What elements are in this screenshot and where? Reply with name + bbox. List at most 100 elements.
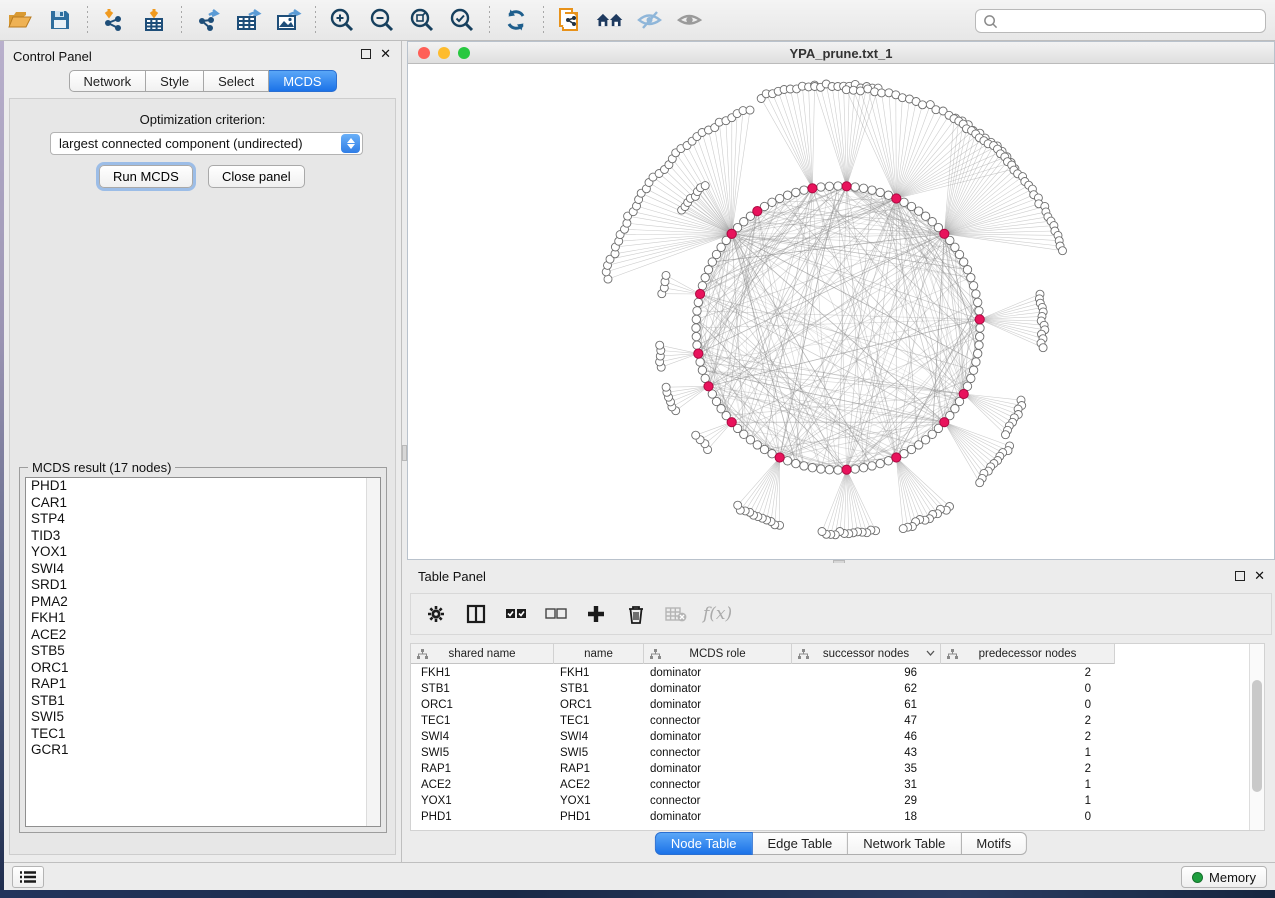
mcds-result-item[interactable]: ORC1: [26, 660, 380, 677]
graph-ring-node[interactable]: [698, 366, 706, 374]
tab-mcds[interactable]: MCDS: [269, 70, 336, 92]
graph-ring-node[interactable]: [963, 266, 971, 274]
graph-mcds-node[interactable]: [940, 229, 949, 238]
table-row[interactable]: ORC1ORC1dominator610: [411, 697, 1247, 713]
tab-network-table[interactable]: Network Table: [848, 832, 961, 855]
graph-ring-node[interactable]: [972, 358, 980, 366]
mcds-result-item[interactable]: GCR1: [26, 742, 380, 759]
graph-leaf-node[interactable]: [1039, 344, 1047, 352]
table-row[interactable]: PHD1PHD1dominator180: [411, 809, 1247, 825]
graph-mcds-node[interactable]: [808, 184, 817, 193]
graph-ring-node[interactable]: [851, 183, 859, 191]
graph-mcds-node[interactable]: [696, 289, 705, 298]
graph-ring-node[interactable]: [696, 358, 704, 366]
run-mcds-button[interactable]: Run MCDS: [99, 165, 193, 188]
import-table-icon[interactable]: [139, 5, 169, 35]
graph-ring-node[interactable]: [701, 273, 709, 281]
graph-ring-node[interactable]: [825, 466, 833, 474]
graph-ring-node[interactable]: [692, 332, 700, 340]
table-row[interactable]: STB1STB1dominator620: [411, 681, 1247, 697]
table-scrollbar[interactable]: [1249, 644, 1264, 830]
graph-mcds-node[interactable]: [842, 465, 851, 474]
graph-leaf-node[interactable]: [656, 341, 664, 349]
mcds-result-item[interactable]: SWI5: [26, 709, 380, 726]
graph-leaf-node[interactable]: [1002, 431, 1010, 439]
zoom-fit-icon[interactable]: [407, 5, 437, 35]
tab-select[interactable]: Select: [204, 70, 269, 92]
graph-leaf-node[interactable]: [976, 479, 984, 487]
graph-ring-node[interactable]: [800, 186, 808, 194]
graph-ring-node[interactable]: [792, 459, 800, 467]
delete-table-icon[interactable]: [663, 601, 689, 627]
graph-leaf-node[interactable]: [932, 106, 940, 114]
search-input[interactable]: [1003, 14, 1265, 29]
graph-ring-node[interactable]: [792, 188, 800, 196]
graph-ring-node[interactable]: [692, 315, 700, 323]
float-table-panel-icon[interactable]: [1235, 571, 1245, 581]
table-row[interactable]: TEC1TEC1connector472: [411, 713, 1247, 729]
graph-leaf-node[interactable]: [692, 431, 700, 439]
criterion-dropdown[interactable]: largest connected component (undirected): [50, 132, 363, 155]
graph-ring-node[interactable]: [851, 465, 859, 473]
table-row[interactable]: RAP1RAP1dominator352: [411, 761, 1247, 777]
graph-ring-node[interactable]: [808, 464, 816, 472]
mcds-result-item[interactable]: SWI4: [26, 561, 380, 578]
hide-selected-icon[interactable]: [635, 5, 665, 35]
node-table[interactable]: shared namenameMCDS rolesuccessor nodesp…: [410, 643, 1265, 831]
graph-leaf-node[interactable]: [662, 271, 670, 279]
tab-network[interactable]: Network: [68, 70, 146, 92]
graph-leaf-node[interactable]: [604, 275, 612, 283]
graph-ring-node[interactable]: [974, 298, 982, 306]
close-table-panel-icon[interactable]: ✕: [1254, 571, 1265, 581]
table-row[interactable]: ACE2ACE2connector311: [411, 777, 1247, 793]
graph-leaf-node[interactable]: [746, 106, 754, 114]
graph-leaf-node[interactable]: [919, 101, 927, 109]
column-header-MCDS-role[interactable]: MCDS role: [644, 644, 792, 664]
graph-ring-node[interactable]: [974, 349, 982, 357]
graph-ring-node[interactable]: [876, 188, 884, 196]
graph-ring-node[interactable]: [776, 194, 784, 202]
mcds-result-item[interactable]: TID3: [26, 528, 380, 545]
graph-mcds-node[interactable]: [694, 349, 703, 358]
graph-ring-node[interactable]: [783, 191, 791, 199]
network-canvas[interactable]: [408, 64, 1274, 559]
graph-ring-node[interactable]: [969, 366, 977, 374]
show-all-icon[interactable]: [675, 5, 705, 35]
mcds-result-item[interactable]: ACE2: [26, 627, 380, 644]
graph-ring-node[interactable]: [768, 198, 776, 206]
graph-leaf-node[interactable]: [818, 528, 826, 536]
graph-ring-node[interactable]: [967, 374, 975, 382]
graph-ring-node[interactable]: [967, 273, 975, 281]
import-network-icon[interactable]: [99, 5, 129, 35]
zoom-out-icon[interactable]: [367, 5, 397, 35]
mcds-result-item[interactable]: FKH1: [26, 610, 380, 627]
network-window-titlebar[interactable]: YPA_prune.txt_1: [408, 42, 1274, 64]
task-history-button[interactable]: [12, 866, 44, 888]
mcds-result-item[interactable]: STB5: [26, 643, 380, 660]
graph-mcds-node[interactable]: [892, 194, 901, 203]
graph-leaf-node[interactable]: [899, 525, 907, 533]
mcds-result-item[interactable]: RAP1: [26, 676, 380, 693]
export-table-icon[interactable]: [233, 5, 263, 35]
graph-mcds-node[interactable]: [892, 453, 901, 462]
table-options-icon[interactable]: [423, 601, 449, 627]
graph-ring-node[interactable]: [969, 282, 977, 290]
graph-leaf-node[interactable]: [878, 89, 886, 97]
export-image-icon[interactable]: [273, 5, 303, 35]
float-panel-icon[interactable]: [361, 49, 371, 59]
save-session-icon[interactable]: [45, 5, 75, 35]
graph-mcds-node[interactable]: [753, 207, 762, 216]
graph-ring-node[interactable]: [955, 250, 963, 258]
graph-ring-node[interactable]: [976, 332, 984, 340]
search-field[interactable]: [975, 9, 1266, 33]
first-neighbors-icon[interactable]: [595, 5, 625, 35]
refresh-view-icon[interactable]: [501, 5, 531, 35]
tab-node-table[interactable]: Node Table: [655, 832, 753, 855]
graph-mcds-node[interactable]: [940, 418, 949, 427]
graph-ring-node[interactable]: [698, 282, 706, 290]
graph-ring-node[interactable]: [976, 324, 984, 332]
graph-ring-node[interactable]: [972, 290, 980, 298]
graph-mcds-node[interactable]: [842, 182, 851, 191]
graph-leaf-node[interactable]: [701, 182, 709, 190]
graph-ring-node[interactable]: [859, 464, 867, 472]
